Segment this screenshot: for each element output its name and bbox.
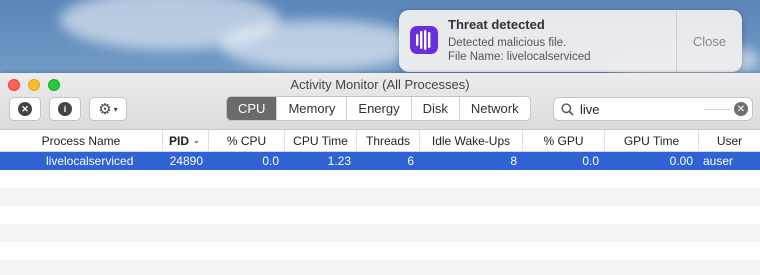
column-pid[interactable]: PID ⌄: [163, 130, 209, 151]
empty-row: [0, 260, 760, 275]
notification-filename: File Name: livelocalserviced: [448, 51, 591, 63]
empty-row: [0, 188, 760, 206]
threat-notification[interactable]: Threat detected Detected malicious file.…: [399, 10, 742, 72]
cell-idle-wakeups: 8: [510, 154, 517, 168]
column-user[interactable]: User: [699, 130, 760, 151]
tab-network[interactable]: Network: [460, 97, 530, 120]
notification-body: Threat detected Detected malicious file.…: [448, 10, 676, 72]
column-pid-label: PID: [169, 133, 190, 148]
empty-row: [0, 206, 760, 224]
titlebar: Activity Monitor (All Processes) ✕ i ⚙ ▾…: [0, 73, 760, 130]
table-header: Process Name PID ⌄ % CPU CPU Time Thread…: [0, 130, 760, 152]
empty-row: [0, 170, 760, 188]
sort-chevron-icon: ⌄: [193, 136, 200, 145]
empty-row: [0, 242, 760, 260]
notification-message: Detected malicious file.: [448, 37, 567, 49]
activity-monitor-window: Activity Monitor (All Processes) ✕ i ⚙ ▾…: [0, 73, 760, 275]
window-title: Activity Monitor (All Processes): [290, 77, 470, 92]
search-icon: [561, 102, 574, 116]
cell-cpu-time: 1.23: [327, 154, 351, 168]
cloud: [220, 20, 420, 70]
cell-gpu-time: 0.00: [669, 154, 693, 168]
cell-user: auser: [703, 154, 734, 168]
cell-gpu-percent: 0.0: [582, 154, 599, 168]
empty-row: [0, 224, 760, 242]
column-cpu-time[interactable]: CPU Time: [285, 130, 357, 151]
stop-process-button[interactable]: ✕: [9, 97, 41, 121]
column-cpu-percent[interactable]: % CPU: [209, 130, 285, 151]
clear-search-icon[interactable]: ✕: [734, 102, 748, 116]
chevron-down-icon: ▾: [113, 104, 118, 114]
tab-disk[interactable]: Disk: [412, 97, 460, 120]
column-process-name[interactable]: Process Name: [0, 130, 163, 151]
gear-icon: ⚙: [98, 101, 112, 118]
info-circle-icon: i: [58, 102, 72, 116]
cell-pid: 24890: [169, 154, 203, 168]
x-circle-icon: ✕: [18, 102, 32, 116]
shield-bars-icon: [410, 26, 438, 54]
tab-cpu[interactable]: CPU: [227, 97, 278, 120]
column-threads[interactable]: Threads: [357, 130, 420, 151]
tab-memory[interactable]: Memory: [277, 97, 348, 120]
cell-cpu-percent: 0.0: [262, 154, 279, 168]
search-divider: [704, 109, 730, 110]
column-gpu-time[interactable]: GPU Time: [605, 130, 699, 151]
notification-title: Threat detected: [448, 17, 545, 32]
inspect-process-button[interactable]: i: [49, 97, 81, 121]
cell-threads: 6: [407, 154, 414, 168]
search-input[interactable]: live: [580, 102, 600, 117]
search-field[interactable]: live ✕: [553, 97, 753, 121]
table-row[interactable]: livelocalserviced 24890 0.0 1.23 6 8 0.0…: [0, 152, 760, 170]
action-menu-button[interactable]: ⚙ ▾: [89, 97, 127, 121]
column-gpu-percent[interactable]: % GPU: [523, 130, 605, 151]
tab-energy[interactable]: Energy: [347, 97, 412, 120]
cell-process-name: livelocalserviced: [46, 154, 134, 168]
column-idle-wakeups[interactable]: Idle Wake-Ups: [420, 130, 523, 151]
tab-bar: CPU Memory Energy Disk Network: [226, 96, 531, 121]
notification-close-button[interactable]: Close: [676, 10, 742, 72]
